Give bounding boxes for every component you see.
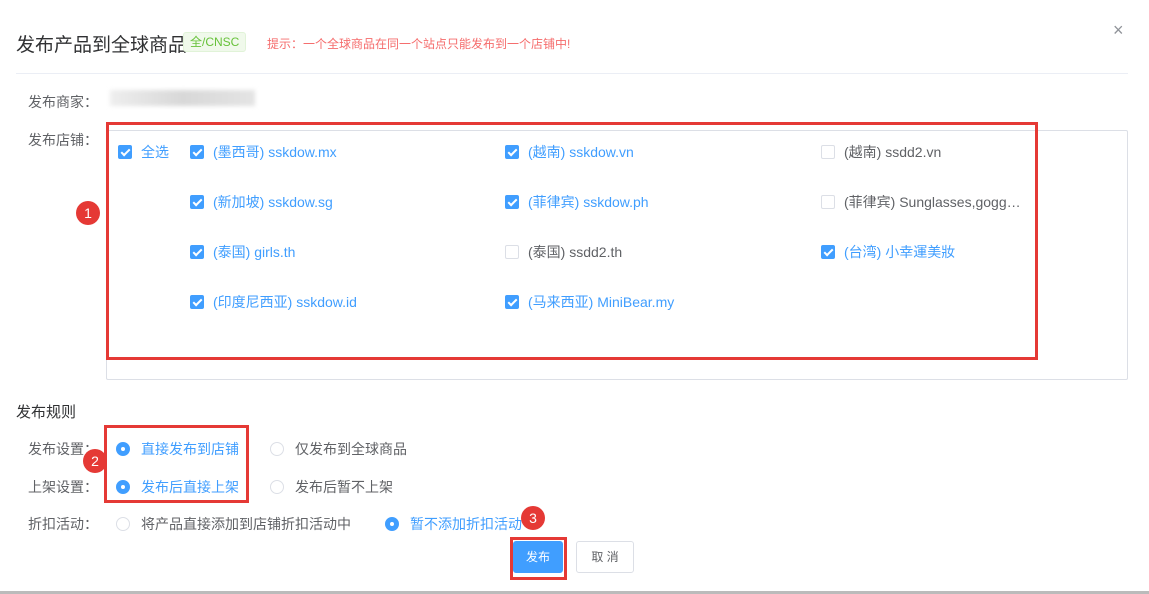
stores-label: 发布店铺： bbox=[0, 130, 98, 150]
hint-text: 提示：一个全球商品在同一个站点只能发布到一个店铺中! bbox=[267, 35, 570, 52]
annotation-box-2 bbox=[104, 425, 249, 503]
merchant-value-blurred bbox=[110, 90, 255, 106]
radio-label: 发布后暂不上架 bbox=[295, 477, 393, 497]
close-icon[interactable]: × bbox=[1113, 20, 1124, 41]
discount-option-radio[interactable]: 暂不添加折扣活动 bbox=[385, 514, 522, 534]
publish-option-radio[interactable]: 仅发布到全球商品 bbox=[270, 439, 407, 459]
annotation-badge-2: 2 bbox=[83, 449, 107, 473]
radio-circle[interactable] bbox=[270, 442, 284, 456]
dialog-title: 发布产品到全球商品 bbox=[16, 30, 187, 57]
site-tag: 全/CNSC bbox=[183, 32, 246, 52]
radio-label: 将产品直接添加到店铺折扣活动中 bbox=[141, 514, 351, 534]
rules-title: 发布规则 bbox=[16, 401, 76, 422]
listing-setting-label: 上架设置： bbox=[0, 477, 98, 497]
radio-circle[interactable] bbox=[270, 480, 284, 494]
annotation-box-3 bbox=[510, 537, 567, 580]
annotation-box-1 bbox=[106, 122, 1038, 360]
listing-option-radio[interactable]: 发布后暂不上架 bbox=[270, 477, 393, 497]
discount-option-radio[interactable]: 将产品直接添加到店铺折扣活动中 bbox=[116, 514, 351, 534]
radio-circle[interactable] bbox=[385, 517, 399, 531]
radio-circle[interactable] bbox=[116, 517, 130, 531]
merchant-label: 发布商家： bbox=[0, 92, 98, 112]
radio-label: 暂不添加折扣活动 bbox=[410, 514, 522, 534]
discount-setting-label: 折扣活动： bbox=[0, 514, 98, 534]
radio-label: 仅发布到全球商品 bbox=[295, 439, 407, 459]
cancel-button[interactable]: 取 消 bbox=[576, 541, 634, 573]
annotation-badge-1: 1 bbox=[76, 201, 100, 225]
annotation-badge-3: 3 bbox=[521, 506, 545, 530]
divider bbox=[16, 73, 1128, 74]
